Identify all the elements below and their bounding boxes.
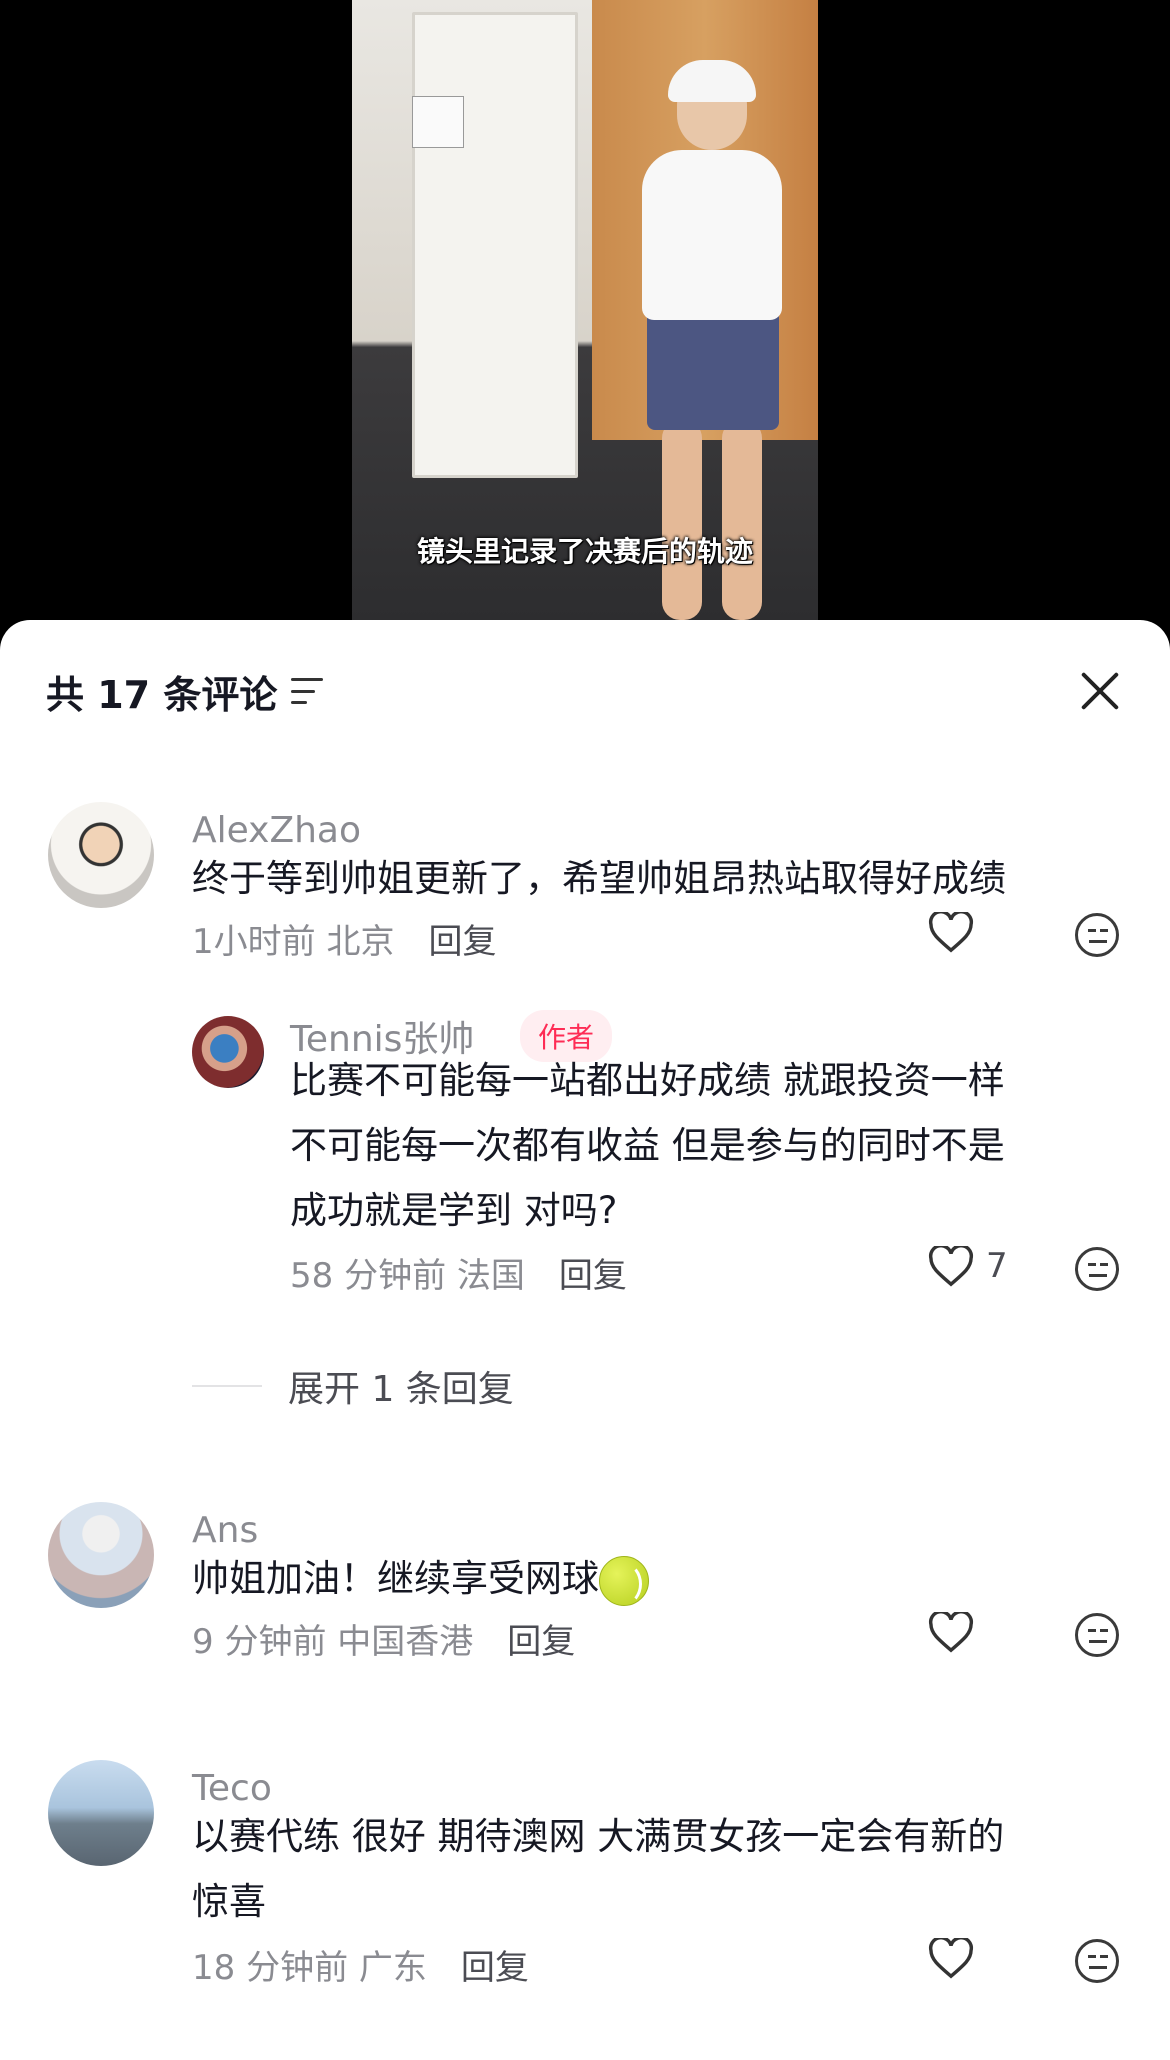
heart-icon[interactable] bbox=[928, 912, 974, 954]
comments-header: 共 17 条评论 bbox=[46, 666, 324, 717]
divider bbox=[192, 1385, 262, 1387]
video-player[interactable]: 镜头里记录了决赛后的轨迹 bbox=[0, 0, 1170, 640]
comment-location: 中国香港 bbox=[337, 1622, 474, 1662]
reply-text-line: 不可能每一次都有收益 但是参与的同时不是 bbox=[290, 1124, 1005, 1167]
dislike-face-icon[interactable] bbox=[1075, 1939, 1119, 1983]
comment-username[interactable]: AlexZhao bbox=[192, 810, 361, 851]
avatar[interactable] bbox=[48, 1760, 154, 1866]
door-image bbox=[412, 12, 578, 478]
heart-icon[interactable] bbox=[928, 1938, 974, 1980]
reply-location: 法国 bbox=[456, 1256, 525, 1296]
tennis-ball-icon bbox=[599, 1555, 649, 1606]
video-caption: 镜头里记录了决赛后的轨迹 bbox=[416, 535, 753, 568]
comment-meta: 18 分钟前 广东 回复 bbox=[192, 1940, 529, 1989]
door-sign bbox=[412, 96, 464, 148]
like-count: 7 bbox=[986, 1246, 1008, 1286]
comment-text: 帅姐加油！继续享受网球 bbox=[192, 1546, 649, 1611]
reply-button[interactable]: 回复 bbox=[461, 1940, 529, 1989]
reply-text-line: 成功就是学到 对吗? bbox=[290, 1189, 618, 1232]
reply-button[interactable]: 回复 bbox=[559, 1248, 627, 1297]
comment-text-line: 以赛代练 很好 期待澳网 大满贯女孩一定会有新的 bbox=[192, 1815, 1005, 1858]
sort-icon[interactable] bbox=[291, 678, 324, 704]
reply-text-line: 比赛不可能每一站都出好成绩 就跟投资一样 bbox=[290, 1059, 1005, 1102]
comment-text-line: 惊喜 bbox=[192, 1880, 266, 1923]
heart-icon[interactable] bbox=[928, 1246, 974, 1288]
comment-text: 终于等到帅姐更新了，希望帅姐昂热站取得好成绩 bbox=[192, 857, 1006, 900]
comment-time: 1小时前 bbox=[192, 922, 316, 962]
close-icon[interactable] bbox=[1078, 668, 1122, 712]
dislike-face-icon[interactable] bbox=[1075, 1613, 1119, 1657]
expand-replies-label: 展开 1 条回复 bbox=[288, 1369, 514, 1410]
reply-time: 58 分钟前 bbox=[290, 1256, 447, 1296]
reply-button[interactable]: 回复 bbox=[507, 1614, 575, 1663]
avatar[interactable] bbox=[192, 1016, 264, 1088]
comment-meta: 9 分钟前 中国香港 回复 bbox=[192, 1614, 575, 1663]
heart-icon[interactable] bbox=[928, 1612, 974, 1654]
comment-location: 广东 bbox=[358, 1948, 427, 1988]
avatar[interactable] bbox=[48, 1502, 154, 1608]
avatar[interactable] bbox=[48, 802, 154, 908]
comment-count-title: 共 17 条评论 bbox=[46, 672, 278, 717]
comment-username[interactable]: Ans bbox=[192, 1510, 258, 1551]
comment-meta: 1小时前 北京 回复 bbox=[192, 914, 496, 963]
reply-button[interactable]: 回复 bbox=[428, 914, 496, 963]
video-frame: 镜头里记录了决赛后的轨迹 bbox=[352, 0, 818, 620]
comment-time: 9 分钟前 bbox=[192, 1622, 327, 1662]
reply-meta: 58 分钟前 法国 回复 bbox=[290, 1248, 627, 1297]
expand-replies-button[interactable]: 展开 1 条回复 bbox=[192, 1360, 514, 1412]
comment-location: 北京 bbox=[326, 922, 395, 962]
comments-sheet: 共 17 条评论 AlexZhao 终于等到帅姐更新了，希望帅姐昂热站取得好成绩… bbox=[0, 620, 1170, 2060]
dislike-face-icon[interactable] bbox=[1075, 1247, 1119, 1291]
comment-time: 18 分钟前 bbox=[192, 1948, 349, 1988]
dislike-face-icon[interactable] bbox=[1075, 913, 1119, 957]
comment-username[interactable]: Teco bbox=[192, 1768, 272, 1809]
